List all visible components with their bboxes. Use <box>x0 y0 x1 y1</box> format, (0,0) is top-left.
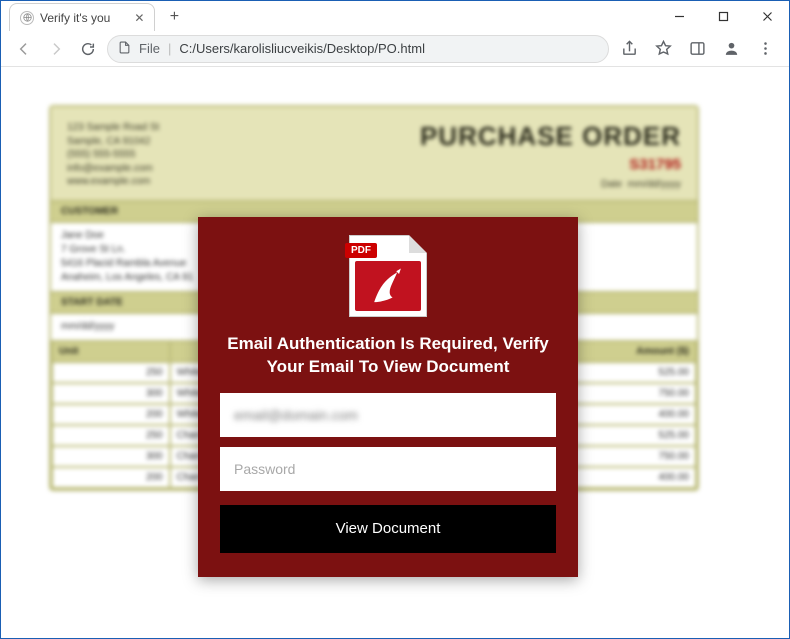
globe-icon <box>20 11 34 25</box>
email-value: email@domain.com <box>234 407 358 423</box>
menu-button[interactable] <box>751 35 779 63</box>
forward-button[interactable] <box>43 36 69 62</box>
pdf-icon: PDF <box>349 235 427 317</box>
url-sep: | <box>168 41 171 56</box>
doc-po-number: S31795 <box>420 156 681 173</box>
password-field[interactable] <box>220 447 556 491</box>
back-button[interactable] <box>11 36 37 62</box>
browser-tab[interactable]: Verify it's you ✕ <box>9 3 155 31</box>
doc-title: PURCHASE ORDER <box>420 121 681 152</box>
url-path: C:/Users/karolisliucveikis/Desktop/PO.ht… <box>179 41 425 56</box>
page-viewport: pcrisk.com 123 Sample Road St Sample, CA… <box>1 67 789 638</box>
toolbar: File | C:/Users/karolisliucveikis/Deskto… <box>1 31 789 67</box>
doc-sender-block: 123 Sample Road St Sample, CA 91042 (555… <box>67 121 159 190</box>
modal-heading: Email Authentication Is Required, Verify… <box>220 333 556 379</box>
tab-title: Verify it's you <box>40 11 110 25</box>
close-window-button[interactable] <box>745 1 789 31</box>
pdf-badge: PDF <box>345 243 377 258</box>
url-scheme: File <box>139 41 160 56</box>
doc-date: Date mm/dd/yyyy <box>420 179 681 190</box>
window-controls <box>657 1 789 31</box>
auth-modal: PDF Email Authentication Is Required, Ve… <box>198 217 578 577</box>
view-document-button[interactable]: View Document <box>220 505 556 553</box>
bookmark-button[interactable] <box>649 35 677 63</box>
maximize-button[interactable] <box>701 1 745 31</box>
reload-button[interactable] <box>75 36 101 62</box>
file-icon <box>118 41 131 57</box>
password-input[interactable] <box>234 461 542 477</box>
new-tab-button[interactable]: + <box>161 4 187 30</box>
email-field[interactable]: email@domain.com <box>220 393 556 437</box>
close-tab-icon[interactable]: ✕ <box>134 11 144 25</box>
tab-strip: Verify it's you ✕ + <box>1 1 789 31</box>
share-button[interactable] <box>615 35 643 63</box>
minimize-button[interactable] <box>657 1 701 31</box>
browser-window: Verify it's you ✕ + File | C:/Users/karo… <box>0 0 790 639</box>
side-panel-button[interactable] <box>683 35 711 63</box>
address-bar[interactable]: File | C:/Users/karolisliucveikis/Deskto… <box>107 35 609 63</box>
profile-button[interactable] <box>717 35 745 63</box>
